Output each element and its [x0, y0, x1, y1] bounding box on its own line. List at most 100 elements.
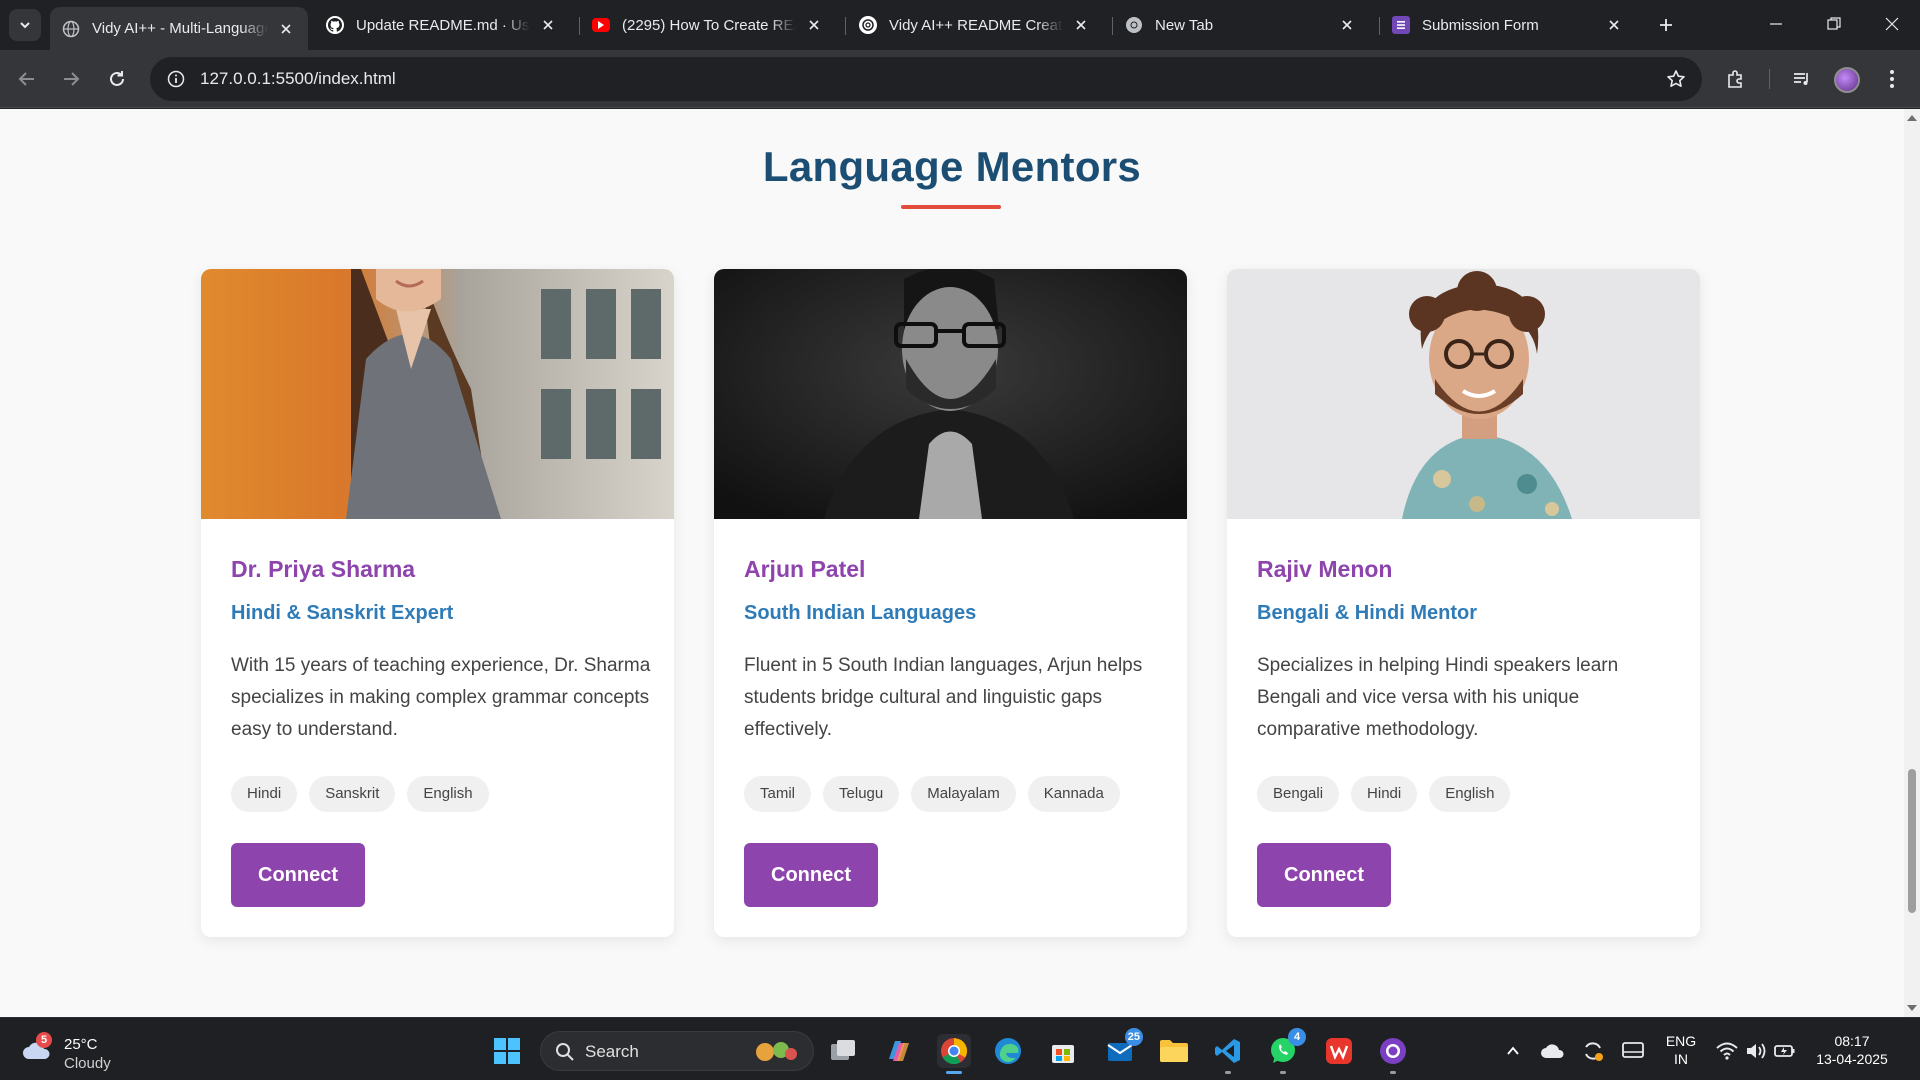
scroll-down-arrow[interactable]	[1907, 1005, 1917, 1011]
tab-github[interactable]: Update README.md · Usman	[314, 7, 570, 43]
notification-badge: 25	[1124, 1028, 1143, 1046]
chevron-up-icon	[1507, 1046, 1519, 1055]
close-tab-icon[interactable]	[276, 19, 296, 39]
language-code: ENG	[1665, 1033, 1697, 1049]
tab-vidy-ai[interactable]: Vidy AI++ - Multi-Language	[50, 7, 308, 50]
sync-status-button[interactable]	[1576, 1034, 1610, 1068]
bookmark-star-icon[interactable]	[1660, 63, 1692, 95]
profile-avatar[interactable]	[1834, 67, 1860, 93]
language-indicator[interactable]: ENG IN	[1660, 1032, 1702, 1068]
mentor-name: Rajiv Menon	[1257, 556, 1393, 582]
wps-office-button[interactable]	[1322, 1034, 1356, 1068]
arrow-right-icon	[64, 72, 80, 86]
battery-icon	[1774, 1045, 1795, 1057]
mentor-description: With 15 years of teaching experience, Dr…	[231, 655, 651, 740]
weather-condition: Cloudy	[64, 1055, 111, 1072]
github-icon	[326, 16, 344, 34]
language-tag: Telugu	[823, 776, 900, 812]
chrome-taskbar-button[interactable]	[937, 1034, 971, 1074]
copilot-button[interactable]	[880, 1034, 914, 1068]
monitor-icon	[1622, 1042, 1644, 1058]
display-button[interactable]	[1616, 1034, 1650, 1068]
wifi-icon	[1716, 1042, 1738, 1060]
url-text[interactable]: 127.0.0.1:5500/index.html	[200, 69, 396, 89]
scroll-up-arrow[interactable]	[1907, 115, 1917, 121]
tab-youtube[interactable]: (2295) How To Create REAL	[580, 7, 836, 43]
chevron-down-icon	[20, 22, 30, 29]
close-tab-icon[interactable]	[538, 15, 558, 35]
connect-button[interactable]: Connect	[231, 843, 365, 907]
puzzle-icon	[1728, 70, 1742, 88]
tab-separator	[845, 17, 846, 35]
language-tags: Tamil Telugu Malayalam Kannada	[744, 776, 1120, 812]
mentor-description: Fluent in 5 South Indian languages, Arju…	[744, 655, 1143, 740]
show-hidden-icons-button[interactable]	[1496, 1034, 1530, 1068]
close-icon	[1885, 17, 1899, 31]
wps-icon	[1326, 1038, 1352, 1064]
mentor-photo	[714, 269, 1187, 519]
store-icon	[1052, 1045, 1074, 1063]
battery-button[interactable]	[1768, 1034, 1802, 1068]
chrome-menu-button[interactable]	[1874, 61, 1910, 97]
close-tab-icon[interactable]	[1337, 15, 1357, 35]
running-indicator	[1390, 1071, 1396, 1074]
clock-date: 13-04-2025	[1816, 1051, 1888, 1067]
chrome-icon	[1125, 16, 1143, 34]
section-title: Language Mentors	[762, 143, 1142, 190]
restore-button[interactable]	[1806, 0, 1862, 48]
tab-new-tab[interactable]: New Tab	[1113, 7, 1369, 43]
close-tab-icon[interactable]	[804, 15, 824, 35]
close-tab-icon[interactable]	[1604, 15, 1624, 35]
close-window-button[interactable]	[1864, 0, 1920, 48]
vscode-button[interactable]	[1211, 1034, 1245, 1074]
site-info-icon[interactable]	[158, 61, 194, 97]
outlook-button[interactable]: 25	[1103, 1028, 1143, 1068]
copilot-icon	[889, 1041, 909, 1061]
tab-chatgpt[interactable]: Vidy AI++ README Creation	[847, 7, 1103, 43]
language-tag: Malayalam	[911, 776, 1016, 812]
connect-button[interactable]: Connect	[1257, 843, 1391, 907]
onedrive-button[interactable]	[1536, 1034, 1570, 1068]
minimize-button[interactable]	[1748, 0, 1804, 48]
back-button[interactable]	[9, 61, 45, 97]
file-explorer-button[interactable]	[1157, 1034, 1191, 1068]
page-viewport: Language Mentors Dr. Priya Sharma Hindi …	[0, 109, 1904, 1017]
address-bar[interactable]: 127.0.0.1:5500/index.html	[150, 57, 1702, 101]
mentor-role: Bengali & Hindi Mentor	[1257, 602, 1477, 624]
new-tab-button[interactable]	[1652, 11, 1680, 39]
page-scrollbar[interactable]	[1904, 109, 1920, 1017]
running-indicator	[1280, 1071, 1286, 1074]
reload-button[interactable]	[99, 61, 135, 97]
clock[interactable]: 08:17 13-04-2025	[1806, 1032, 1898, 1068]
close-tab-icon[interactable]	[1071, 15, 1091, 35]
mentor-name: Dr. Priya Sharma	[231, 556, 416, 582]
github-desktop-button[interactable]	[1376, 1034, 1410, 1074]
taskbar: 5 25°C Cloudy Search 25 4 ENG IN 08:17 1…	[0, 1017, 1920, 1080]
clock-time: 08:17	[1834, 1033, 1870, 1049]
ms-store-button[interactable]	[1046, 1034, 1080, 1068]
restore-icon	[1827, 17, 1841, 30]
language-tags: Hindi Sanskrit English	[231, 776, 489, 812]
active-indicator	[946, 1071, 962, 1074]
extensions-button[interactable]	[1718, 61, 1754, 97]
tab-title: Update README.md · Usman	[356, 16, 530, 34]
task-view-button[interactable]	[826, 1034, 860, 1068]
media-controls-button[interactable]	[1784, 61, 1820, 97]
arrow-left-icon	[18, 72, 34, 86]
tab-search-button[interactable]	[9, 9, 41, 41]
tab-submission-form[interactable]: Submission Form	[1380, 7, 1636, 43]
search-label: Search	[585, 1042, 639, 1061]
tab-title: Submission Form	[1422, 16, 1539, 34]
edge-button[interactable]	[991, 1034, 1025, 1068]
reload-icon	[110, 71, 124, 86]
weather-widget[interactable]: 5 25°C Cloudy	[20, 1032, 150, 1072]
language-tag: Bengali	[1257, 776, 1340, 812]
forward-button[interactable]	[53, 61, 89, 97]
notification-badge: 4	[1288, 1028, 1306, 1046]
whatsapp-button[interactable]: 4	[1266, 1028, 1306, 1074]
tab-title: (2295) How To Create REAL	[622, 16, 796, 34]
start-button[interactable]	[490, 1034, 524, 1068]
scrollbar-thumb[interactable]	[1908, 769, 1916, 913]
taskbar-search[interactable]: Search	[540, 1031, 814, 1071]
connect-button[interactable]: Connect	[744, 843, 878, 907]
